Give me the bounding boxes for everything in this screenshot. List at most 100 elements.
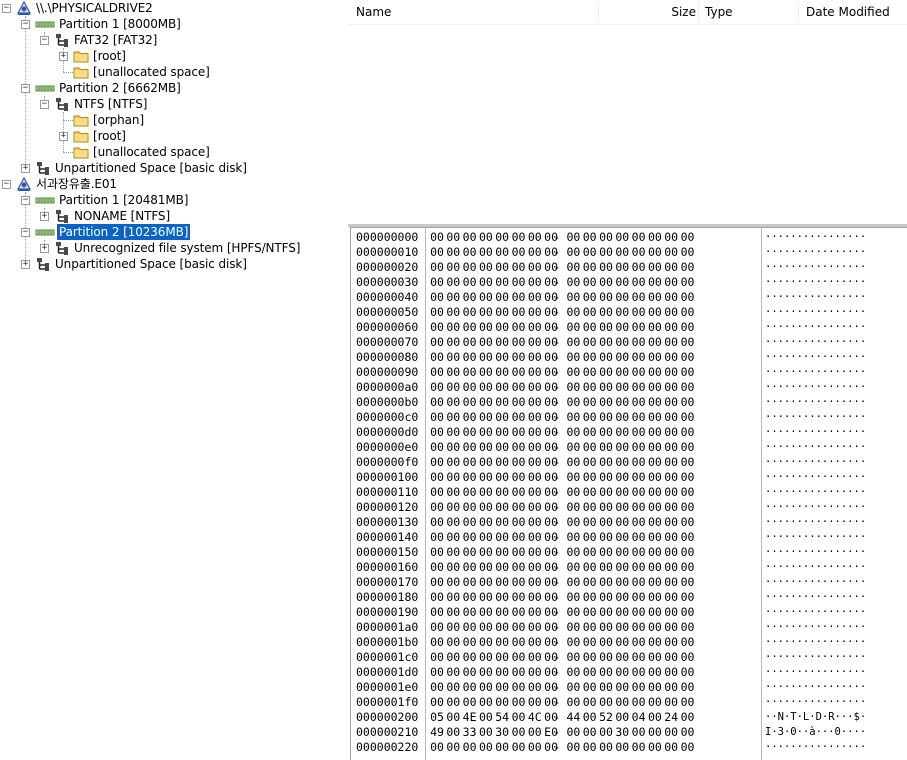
hex-byte[interactable]: 00 — [477, 515, 495, 530]
hex-byte[interactable]: 00 — [679, 635, 697, 650]
hex-byte[interactable]: 00 — [461, 590, 479, 605]
tree-node-label[interactable]: Unpartitioned Space [basic disk] — [53, 160, 249, 176]
hex-byte[interactable]: 00 — [510, 440, 528, 455]
hex-byte[interactable]: 00 — [646, 545, 664, 560]
hex-byte[interactable]: 00 — [444, 500, 462, 515]
hex-byte[interactable]: 00 — [679, 710, 697, 725]
hex-byte[interactable]: 00 — [526, 440, 544, 455]
hex-byte[interactable]: 00 — [477, 425, 495, 440]
hex-byte[interactable]: 00 — [444, 515, 462, 530]
hex-byte[interactable]: 00 — [510, 305, 528, 320]
hex-byte[interactable]: 00 — [662, 305, 680, 320]
hex-byte[interactable]: 00 — [630, 620, 648, 635]
hex-byte[interactable]: 00 — [630, 470, 648, 485]
expand-toggle-icon[interactable]: + — [21, 260, 30, 269]
hex-byte[interactable]: 00 — [477, 395, 495, 410]
hex-byte[interactable]: 00 — [646, 455, 664, 470]
hex-ascii[interactable]: ················ — [765, 305, 866, 320]
hex-byte[interactable]: 44 — [564, 710, 582, 725]
hex-byte[interactable]: 00 — [428, 560, 446, 575]
hex-byte[interactable]: 00 — [597, 395, 615, 410]
hex-byte[interactable]: 00 — [461, 620, 479, 635]
hex-byte[interactable]: 00 — [477, 350, 495, 365]
hex-byte[interactable]: 00 — [493, 470, 511, 485]
hex-byte[interactable]: 00 — [510, 485, 528, 500]
hex-byte[interactable]: 00 — [646, 500, 664, 515]
hex-byte[interactable]: 00 — [444, 560, 462, 575]
hex-byte[interactable]: 00 — [510, 545, 528, 560]
hex-byte[interactable]: 00 — [493, 560, 511, 575]
hex-byte[interactable]: 00 — [613, 305, 631, 320]
tree-node-e01[interactable]: − 서과장유출.E01 — [0, 176, 346, 192]
hex-byte[interactable]: 00 — [597, 515, 615, 530]
hex-byte[interactable]: 00 — [597, 410, 615, 425]
hex-byte[interactable]: 00 — [662, 425, 680, 440]
hex-byte[interactable]: 00 — [428, 740, 446, 755]
hex-row[interactable]: 000000100 00 00 00 00 00 00 00 00 00 00 00 00 00 00 00 0… — [351, 470, 907, 485]
hex-byte[interactable]: 00 — [613, 545, 631, 560]
hex-byte[interactable]: 00 — [526, 620, 544, 635]
hex-byte[interactable]: 00 — [581, 245, 599, 260]
hex-byte[interactable]: 00 — [581, 530, 599, 545]
hex-viewer[interactable]: 000000000 00 00 00 00 00 00 00 00 00 00 00 00 00 00 00 0… — [350, 227, 907, 760]
hex-byte[interactable]: 00 — [444, 575, 462, 590]
hex-byte[interactable]: 00 — [662, 320, 680, 335]
hex-byte[interactable]: 00 — [564, 515, 582, 530]
hex-byte[interactable]: 00 — [646, 530, 664, 545]
hex-row[interactable]: 000000180 00 00 00 00 00 00 00 00 00 00 00 00 00 00 00 0… — [351, 590, 907, 605]
column-header-size[interactable]: Size — [600, 0, 696, 24]
hex-byte[interactable]: 00 — [526, 575, 544, 590]
hex-byte[interactable]: 00 — [477, 365, 495, 380]
collapse-toggle-icon[interactable]: − — [21, 228, 30, 237]
hex-byte[interactable]: 00 — [428, 650, 446, 665]
hex-byte[interactable]: 00 — [526, 230, 544, 245]
hex-byte[interactable]: 00 — [493, 410, 511, 425]
hex-byte[interactable]: 00 — [630, 380, 648, 395]
hex-byte[interactable]: 00 — [662, 545, 680, 560]
hex-byte[interactable]: 00 — [444, 455, 462, 470]
tree-node-e01p1fs[interactable]: + NONAME [NTFS] — [0, 208, 346, 224]
hex-ascii[interactable]: ················ — [765, 575, 866, 590]
hex-byte[interactable]: 00 — [630, 485, 648, 500]
hex-byte[interactable]: 00 — [428, 605, 446, 620]
hex-byte[interactable]: 00 — [581, 230, 599, 245]
hex-byte[interactable]: 00 — [564, 545, 582, 560]
hex-byte[interactable]: 00 — [646, 230, 664, 245]
hex-byte[interactable]: 00 — [646, 350, 664, 365]
hex-byte[interactable]: 00 — [510, 530, 528, 545]
hex-byte[interactable]: 00 — [461, 470, 479, 485]
hex-byte[interactable]: 00 — [477, 305, 495, 320]
hex-byte[interactable]: 00 — [428, 665, 446, 680]
hex-byte[interactable]: 00 — [564, 725, 582, 740]
hex-ascii[interactable]: ················ — [765, 335, 866, 350]
hex-byte[interactable]: 00 — [581, 440, 599, 455]
hex-byte[interactable]: 00 — [444, 650, 462, 665]
hex-byte[interactable]: 00 — [444, 275, 462, 290]
hex-byte[interactable]: 00 — [526, 725, 544, 740]
hex-byte[interactable]: 00 — [477, 665, 495, 680]
hex-byte[interactable]: 00 — [477, 575, 495, 590]
hex-byte[interactable]: 05 — [428, 710, 446, 725]
hex-byte[interactable]: 00 — [526, 650, 544, 665]
hex-byte[interactable]: 00 — [477, 230, 495, 245]
hex-byte[interactable]: 00 — [510, 275, 528, 290]
hex-byte[interactable]: 00 — [526, 275, 544, 290]
hex-byte[interactable]: 00 — [461, 650, 479, 665]
hex-byte[interactable]: 00 — [597, 530, 615, 545]
hex-row[interactable]: 000000210 49 00 33 00 30 00 00 E0 00 00 00 30 00 00 00 0… — [351, 725, 907, 740]
hex-ascii[interactable]: ················ — [765, 470, 866, 485]
hex-byte[interactable]: 00 — [564, 680, 582, 695]
hex-byte[interactable]: 00 — [662, 680, 680, 695]
hex-byte[interactable]: 00 — [477, 530, 495, 545]
hex-byte[interactable]: 00 — [613, 365, 631, 380]
file-list-pane[interactable]: Name Size Type Date Modified — [348, 0, 907, 224]
hex-byte[interactable]: 00 — [679, 425, 697, 440]
tree-node-d2p1un[interactable]: [unallocated space] — [0, 64, 346, 80]
hex-ascii[interactable]: ················ — [765, 425, 866, 440]
hex-byte[interactable]: 00 — [646, 650, 664, 665]
hex-byte[interactable]: 00 — [428, 620, 446, 635]
hex-byte[interactable]: 00 — [646, 260, 664, 275]
hex-byte[interactable]: 00 — [597, 470, 615, 485]
hex-byte[interactable]: 00 — [613, 260, 631, 275]
hex-ascii[interactable]: ················ — [765, 680, 866, 695]
